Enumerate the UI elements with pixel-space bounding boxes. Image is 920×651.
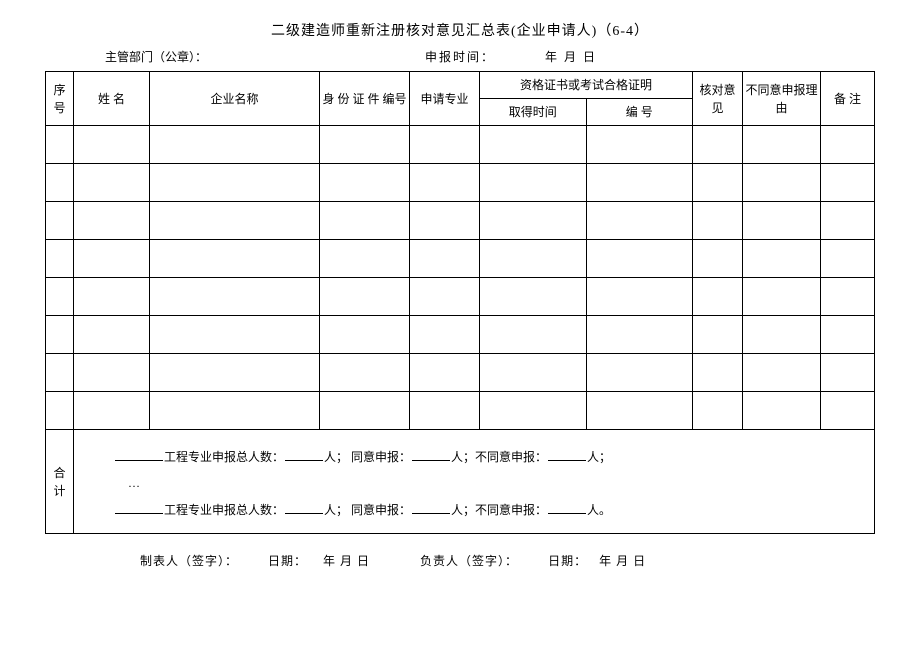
col-qualification-group: 资格证书或考试合格证明	[480, 72, 693, 99]
summary-label: 合计	[46, 430, 74, 534]
main-table: 序号 姓 名 企业名称 身 份 证 件 编号 申请专业 资格证书或考试合格证明 …	[45, 71, 875, 534]
dept-label: 主管部门（公章）：	[45, 48, 415, 65]
summary-line-2: 工程专业申报总人数：人； 同意申报：人；不同意申报：人。	[114, 497, 864, 523]
footer-maker: 制表人（签字）：	[140, 552, 238, 569]
table-row	[46, 240, 875, 278]
summary-line-1: 工程专业申报总人数：人； 同意申报：人；不同意申报：人；	[114, 444, 864, 470]
table-row	[46, 278, 875, 316]
col-company: 企业名称	[150, 72, 320, 126]
summary-ellipsis: …	[114, 470, 864, 496]
footer-responsible: 负责人（签字）：	[420, 552, 518, 569]
header-row-1: 序号 姓 名 企业名称 身 份 证 件 编号 申请专业 资格证书或考试合格证明 …	[46, 72, 875, 99]
table-row	[46, 354, 875, 392]
table-row	[46, 392, 875, 430]
footer-row: 制表人（签字）： 日期： 年 月 日 负责人（签字）： 日期： 年 月 日	[45, 552, 875, 569]
col-cert-no: 编 号	[586, 99, 693, 126]
summary-content: 工程专业申报总人数：人； 同意申报：人；不同意申报：人； … 工程专业申报总人数…	[74, 430, 875, 534]
col-opinion: 核对意见	[693, 72, 743, 126]
col-reason: 不同意申报理由	[743, 72, 821, 126]
col-obtain-time: 取得时间	[480, 99, 587, 126]
footer-date1: 日期： 年 月 日	[268, 552, 370, 569]
table-row	[46, 316, 875, 354]
table-row	[46, 164, 875, 202]
date-value: 年 月 日	[545, 50, 597, 64]
page-title: 二级建造师重新注册核对意见汇总表(企业申请人)（6-4）	[45, 20, 875, 40]
col-seq: 序号	[46, 72, 74, 126]
apply-date: 申报时间： 年 月 日	[415, 48, 875, 65]
col-major: 申请专业	[410, 72, 480, 126]
summary-row: 合计 工程专业申报总人数：人； 同意申报：人；不同意申报：人； … 工程专业申报…	[46, 430, 875, 534]
col-name: 姓 名	[74, 72, 150, 126]
table-row	[46, 126, 875, 164]
header-row: 主管部门（公章）： 申报时间： 年 月 日	[45, 48, 875, 65]
table-row	[46, 202, 875, 240]
col-id: 身 份 证 件 编号	[320, 72, 410, 126]
footer-date2: 日期： 年 月 日	[548, 552, 646, 569]
col-remark: 备 注	[821, 72, 875, 126]
date-label: 申报时间：	[425, 50, 495, 64]
